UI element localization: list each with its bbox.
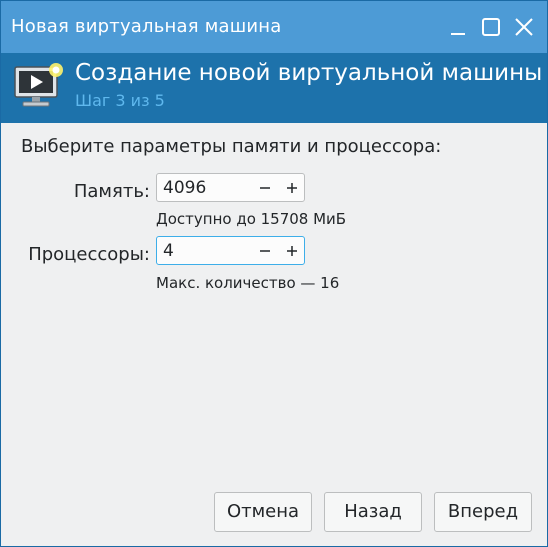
wizard-header: Создание новой виртуальной машины Шаг 3 …: [1, 53, 547, 123]
cpus-increment-button[interactable]: [281, 240, 303, 262]
cpus-label: Процессоры:: [28, 244, 150, 265]
maximize-button[interactable]: [479, 15, 503, 39]
cpus-input[interactable]: [163, 239, 251, 262]
back-button[interactable]: Назад: [324, 492, 422, 532]
cpus-decrement-button[interactable]: [254, 240, 276, 262]
memory-label: Память:: [73, 181, 150, 202]
wizard-step: Шаг 3 из 5: [75, 91, 165, 110]
dialog-window: Новая виртуальная машина Создание новой …: [0, 0, 548, 547]
minus-icon: [260, 187, 270, 189]
cpus-hint: Макс. количество — 16: [156, 274, 340, 292]
virtual-machine-icon: [14, 63, 63, 107]
page-prompt: Выберите параметры памяти и процессора:: [21, 136, 442, 157]
wizard-content: Выберите параметры памяти и процессора: …: [1, 123, 547, 546]
plus-icon: [287, 246, 297, 256]
minimize-icon: [451, 33, 465, 35]
cancel-button[interactable]: Отмена: [214, 492, 312, 532]
minus-icon: [260, 250, 270, 252]
title-bar[interactable]: Новая виртуальная машина: [1, 1, 547, 53]
memory-spinbox[interactable]: [156, 173, 305, 202]
maximize-icon: [482, 18, 500, 36]
window-title: Новая виртуальная машина: [11, 16, 282, 37]
close-button[interactable]: [512, 15, 536, 39]
minimize-button[interactable]: [446, 15, 470, 39]
memory-hint: Доступно до 15708 МиБ: [156, 210, 347, 228]
close-icon: [515, 18, 533, 36]
next-button[interactable]: Вперед: [434, 492, 532, 532]
wizard-title: Создание новой виртуальной машины: [75, 60, 543, 86]
memory-decrement-button[interactable]: [254, 177, 276, 199]
memory-input[interactable]: [163, 176, 251, 199]
cpus-spinbox[interactable]: [156, 236, 305, 265]
memory-increment-button[interactable]: [281, 177, 303, 199]
plus-icon: [287, 183, 297, 193]
